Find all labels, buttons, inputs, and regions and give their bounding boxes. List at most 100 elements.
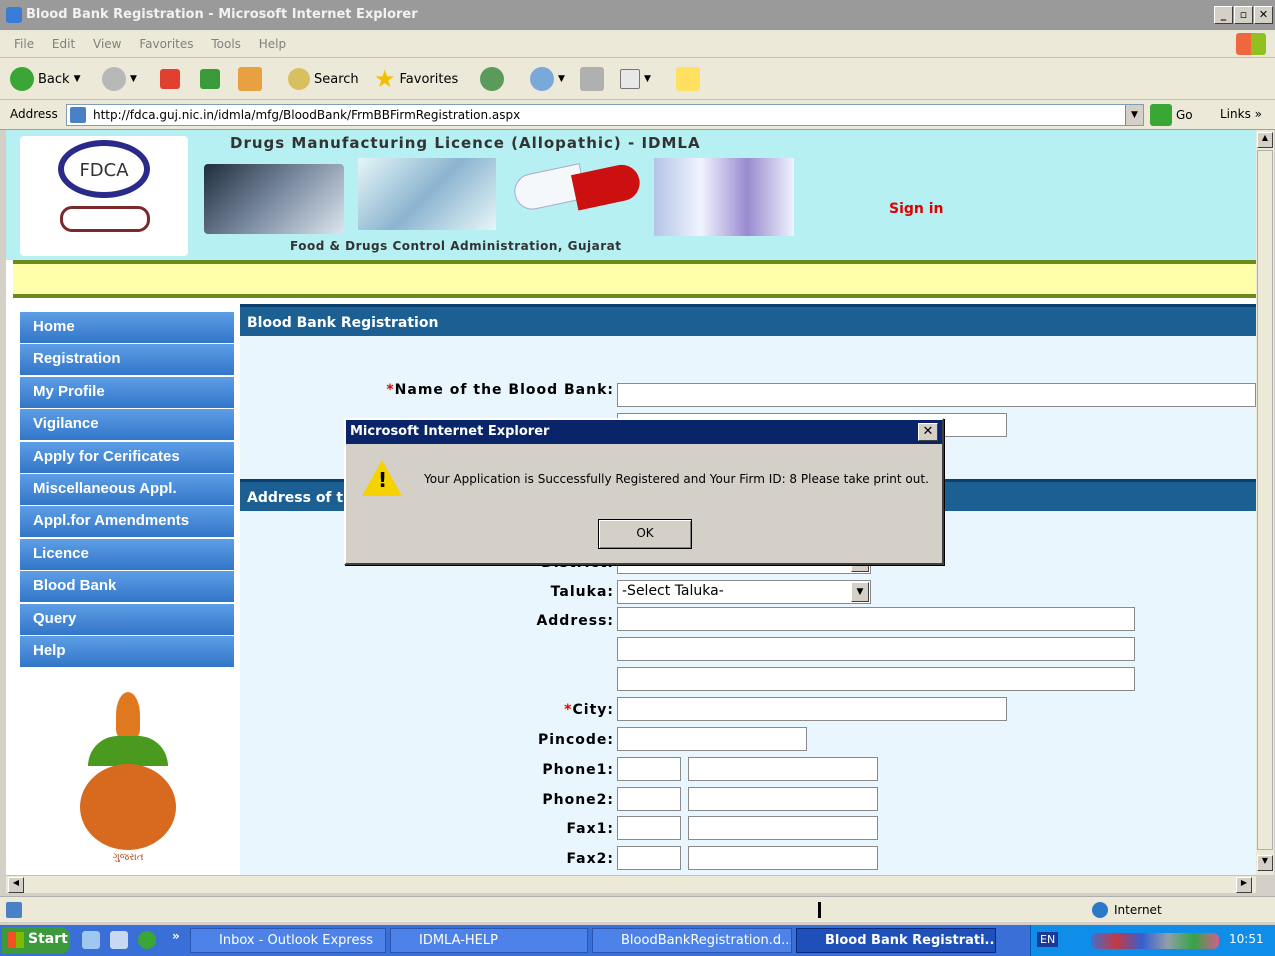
system-tray: EN 10:51 xyxy=(1030,925,1275,956)
note-icon xyxy=(676,67,700,91)
clock: 10:51 xyxy=(1229,932,1264,946)
zone-indicator: Internet xyxy=(1092,902,1162,918)
go-arrow-icon xyxy=(1150,104,1172,126)
nav-my-profile[interactable]: My Profile xyxy=(20,376,234,408)
favorites-button[interactable]: ★ Favorites xyxy=(374,65,458,93)
nav-amendments[interactable]: Appl.for Amendments xyxy=(20,506,234,538)
fdca-logo: FDCA xyxy=(20,136,188,256)
address-line3-input[interactable] xyxy=(617,667,1135,691)
ie-icon xyxy=(6,7,22,23)
maximize-button[interactable]: ▫ xyxy=(1234,6,1253,24)
task-idmla-help[interactable]: IDMLA-HELP xyxy=(390,928,588,953)
task-word-doc[interactable]: BloodBankRegistration.d... xyxy=(592,928,792,953)
task-outlook[interactable]: Inbox - Outlook Express xyxy=(190,928,386,953)
phone2-std-input[interactable] xyxy=(617,787,681,811)
nav-miscellaneous[interactable]: Miscellaneous Appl. xyxy=(20,473,234,505)
nav-help[interactable]: Help xyxy=(20,635,234,667)
back-button[interactable]: Back ▼ xyxy=(10,66,80,92)
quicklaunch-ie-icon[interactable] xyxy=(82,931,100,949)
header-title: Drugs Manufacturing Licence (Allopathic)… xyxy=(230,134,701,152)
name-label: *Name of the Blood Bank: xyxy=(386,382,614,398)
city-input[interactable] xyxy=(617,697,1007,721)
ok-button[interactable]: OK xyxy=(598,519,692,549)
phone2-label: Phone2: xyxy=(542,792,614,808)
go-button[interactable]: Go xyxy=(1150,104,1193,126)
fax1-std-input[interactable] xyxy=(617,816,681,840)
home-icon xyxy=(238,67,262,91)
scroll-up-icon[interactable]: ▲ xyxy=(1257,132,1273,148)
scroll-left-icon[interactable]: ◀ xyxy=(8,877,24,893)
dialog-close-button[interactable]: ✕ xyxy=(918,423,938,441)
progress-indicator xyxy=(818,902,821,918)
refresh-button[interactable] xyxy=(200,66,220,92)
address-line1-input[interactable] xyxy=(617,607,1135,631)
stop-button[interactable] xyxy=(160,66,180,92)
nav-registration[interactable]: Registration xyxy=(20,344,234,376)
nav-vigilance[interactable]: Vigilance xyxy=(20,409,234,441)
address-input[interactable]: http://fdca.guj.nic.in/idmla/mfg/BloodBa… xyxy=(66,104,1144,126)
dialog-title: Microsoft Internet Explorer xyxy=(346,420,942,444)
vertical-scrollbar[interactable]: ▲ ▼ xyxy=(1256,130,1274,875)
menu-file[interactable]: File xyxy=(14,37,34,51)
address-line2-input[interactable] xyxy=(617,637,1135,661)
stop-icon xyxy=(160,69,180,89)
horizontal-scrollbar[interactable]: ◀ ▶ xyxy=(6,875,1256,893)
address-dropdown-icon[interactable]: ▼ xyxy=(1125,105,1143,125)
scroll-thumb[interactable] xyxy=(1257,150,1273,850)
nav-home[interactable]: Home xyxy=(20,312,234,343)
mail-button[interactable]: ▼ xyxy=(530,66,565,92)
refresh-icon xyxy=(200,69,220,89)
language-indicator[interactable]: EN xyxy=(1037,932,1059,947)
phone1-std-input[interactable] xyxy=(617,757,681,781)
blood-bank-name-input[interactable] xyxy=(617,383,1256,407)
notes-button[interactable] xyxy=(676,66,700,92)
quicklaunch-media-icon[interactable] xyxy=(138,931,156,949)
menu-view[interactable]: View xyxy=(93,37,121,51)
fax1-number-input[interactable] xyxy=(688,816,878,840)
close-button[interactable]: ✕ xyxy=(1254,6,1273,24)
menu-help[interactable]: Help xyxy=(259,37,286,51)
scroll-right-icon[interactable]: ▶ xyxy=(1236,877,1252,893)
window-title: Blood Bank Registration - Microsoft Inte… xyxy=(26,7,418,22)
menu-tools[interactable]: Tools xyxy=(211,37,241,51)
capsule-image xyxy=(511,160,644,230)
nav-apply-certificates[interactable]: Apply for Cerificates xyxy=(20,441,234,473)
home-button[interactable] xyxy=(238,66,262,92)
address-url: http://fdca.guj.nic.in/idmla/mfg/BloodBa… xyxy=(93,108,521,122)
menu-favorites[interactable]: Favorites xyxy=(139,37,193,51)
phone2-number-input[interactable] xyxy=(688,787,878,811)
links-button[interactable]: Links » xyxy=(1220,107,1262,121)
menu-edit[interactable]: Edit xyxy=(52,37,75,51)
mail-icon xyxy=(530,67,554,91)
edit-button[interactable]: ▼ xyxy=(620,66,651,92)
fax1-label: Fax1: xyxy=(566,821,614,837)
forward-button[interactable]: ▼ xyxy=(102,66,137,92)
nav-licence[interactable]: Licence xyxy=(20,538,234,570)
phone1-number-input[interactable] xyxy=(688,757,878,781)
star-icon: ★ xyxy=(374,65,396,93)
nav-query[interactable]: Query xyxy=(20,603,234,635)
start-button[interactable]: Start xyxy=(2,927,70,954)
task-blood-bank-active[interactable]: Blood Bank Registrati... xyxy=(796,928,996,953)
history-icon xyxy=(480,67,504,91)
page-icon xyxy=(70,107,86,123)
quicklaunch-more-icon[interactable]: » xyxy=(172,929,180,943)
scroll-down-icon[interactable]: ▼ xyxy=(1257,855,1273,871)
quicklaunch-desktop-icon[interactable] xyxy=(110,931,128,949)
nav-blood-bank[interactable]: Blood Bank xyxy=(20,571,234,603)
minimize-button[interactable]: _ xyxy=(1214,6,1233,24)
menu-bar: File Edit View Favorites Tools Help xyxy=(0,30,1275,58)
signin-link[interactable]: Sign in xyxy=(889,201,944,217)
sidebar-nav: Home Registration My Profile Vigilance A… xyxy=(20,312,234,668)
fax2-std-input[interactable] xyxy=(617,846,681,870)
pincode-input[interactable] xyxy=(617,727,807,751)
fax2-label: Fax2: xyxy=(566,851,614,867)
search-button[interactable]: Search xyxy=(288,66,359,92)
lab-flask-image xyxy=(358,158,496,230)
dialog-message: Your Application is Successfully Registe… xyxy=(424,472,929,486)
history-button[interactable] xyxy=(480,66,504,92)
status-page-icon xyxy=(6,902,22,918)
fax2-number-input[interactable] xyxy=(688,846,878,870)
taluka-select[interactable]: -Select Taluka- ▼ xyxy=(617,580,871,604)
print-button[interactable] xyxy=(580,66,604,92)
